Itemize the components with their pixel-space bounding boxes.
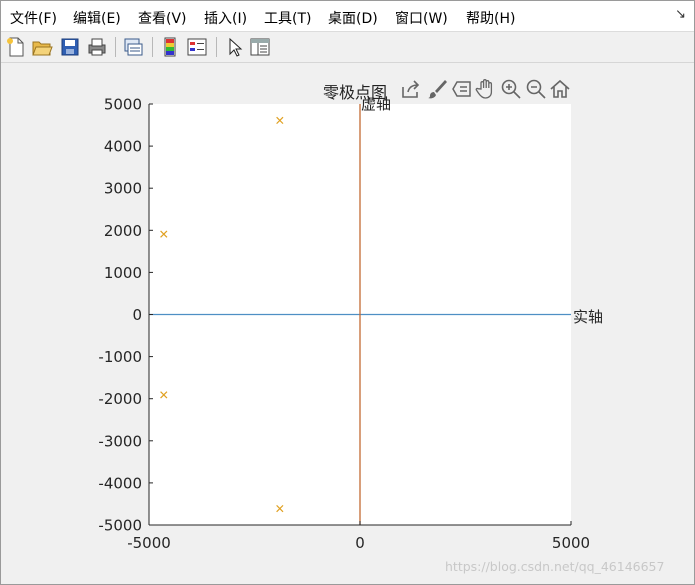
print-icon[interactable] xyxy=(86,36,108,58)
toolbar-separator xyxy=(152,37,153,57)
figure-toolbar xyxy=(1,32,694,63)
dock-arrow-icon[interactable]: ↘ xyxy=(675,7,686,22)
x-axis-label: 实轴 xyxy=(573,308,603,326)
x-tick-label: 0 xyxy=(355,534,365,552)
toolbar-separator xyxy=(115,37,116,57)
y-tick-label: 5000 xyxy=(104,96,142,114)
toolbar-separator xyxy=(216,37,217,57)
datatip-icon[interactable] xyxy=(451,78,473,100)
figure-window: 文件(F) 编辑(E) 查看(V) 插入(I) 工具(T) 桌面(D) 窗口(W… xyxy=(0,0,695,585)
menu-bar: 文件(F) 编辑(E) 查看(V) 插入(I) 工具(T) 桌面(D) 窗口(W… xyxy=(1,1,694,32)
y-tick-label: -5000 xyxy=(98,517,142,535)
open-file-icon[interactable] xyxy=(31,36,53,58)
y-tick-label: -2000 xyxy=(98,390,142,408)
link-figure-icon[interactable] xyxy=(122,36,144,58)
figure-canvas: 5000 4000 3000 2000 1000 0 -1000 -2000 -3000 -400… xyxy=(1,63,694,584)
y-tick-label: -4000 xyxy=(98,474,142,492)
colorbar-icon[interactable] xyxy=(159,36,181,58)
y-tick-label: -1000 xyxy=(98,348,142,366)
home-icon[interactable] xyxy=(549,78,571,100)
new-figure-icon[interactable] xyxy=(5,36,27,58)
y-tick-label: 4000 xyxy=(104,138,142,156)
x-ticks: -5000 0 5000 xyxy=(127,521,590,552)
zoom-out-icon[interactable] xyxy=(525,78,547,100)
legend-icon[interactable] xyxy=(186,36,208,58)
pan-hand-icon[interactable] xyxy=(475,78,497,100)
watermark-url: https://blog.csdn.net/qq_46146657 xyxy=(445,559,665,574)
menu-desktop[interactable]: 桌面(D) xyxy=(328,8,378,28)
menu-edit[interactable]: 编辑(E) xyxy=(73,8,121,28)
menu-help[interactable]: 帮助(H) xyxy=(466,8,515,28)
property-inspector-icon[interactable] xyxy=(249,36,271,58)
y-tick-label: 3000 xyxy=(104,180,142,198)
axes-toolbar-title: 零极点图 xyxy=(323,83,388,102)
x-tick-label: -5000 xyxy=(127,534,171,552)
edit-plot-arrow-icon[interactable] xyxy=(223,36,245,58)
menu-window[interactable]: 窗口(W) xyxy=(395,8,448,28)
y-ticks: 5000 4000 3000 2000 1000 0 -1000 -2000 -3000 -400… xyxy=(98,96,153,535)
y-tick-label: -3000 xyxy=(98,432,142,450)
pole-zero-plot: 5000 4000 3000 2000 1000 0 -1000 -2000 -3000 -400… xyxy=(98,95,603,552)
menu-insert[interactable]: 插入(I) xyxy=(204,8,247,28)
menu-view[interactable]: 查看(V) xyxy=(138,8,187,28)
brush-icon[interactable] xyxy=(426,78,448,100)
zoom-in-icon[interactable] xyxy=(500,78,522,100)
y-tick-label: 1000 xyxy=(104,264,142,282)
x-tick-label: 5000 xyxy=(552,534,590,552)
export-icon[interactable] xyxy=(400,78,422,100)
y-tick-label: 2000 xyxy=(104,222,142,240)
menu-file[interactable]: 文件(F) xyxy=(10,8,57,28)
y-tick-label: 0 xyxy=(132,306,142,324)
menu-tools[interactable]: 工具(T) xyxy=(264,8,311,28)
save-icon[interactable] xyxy=(59,36,81,58)
